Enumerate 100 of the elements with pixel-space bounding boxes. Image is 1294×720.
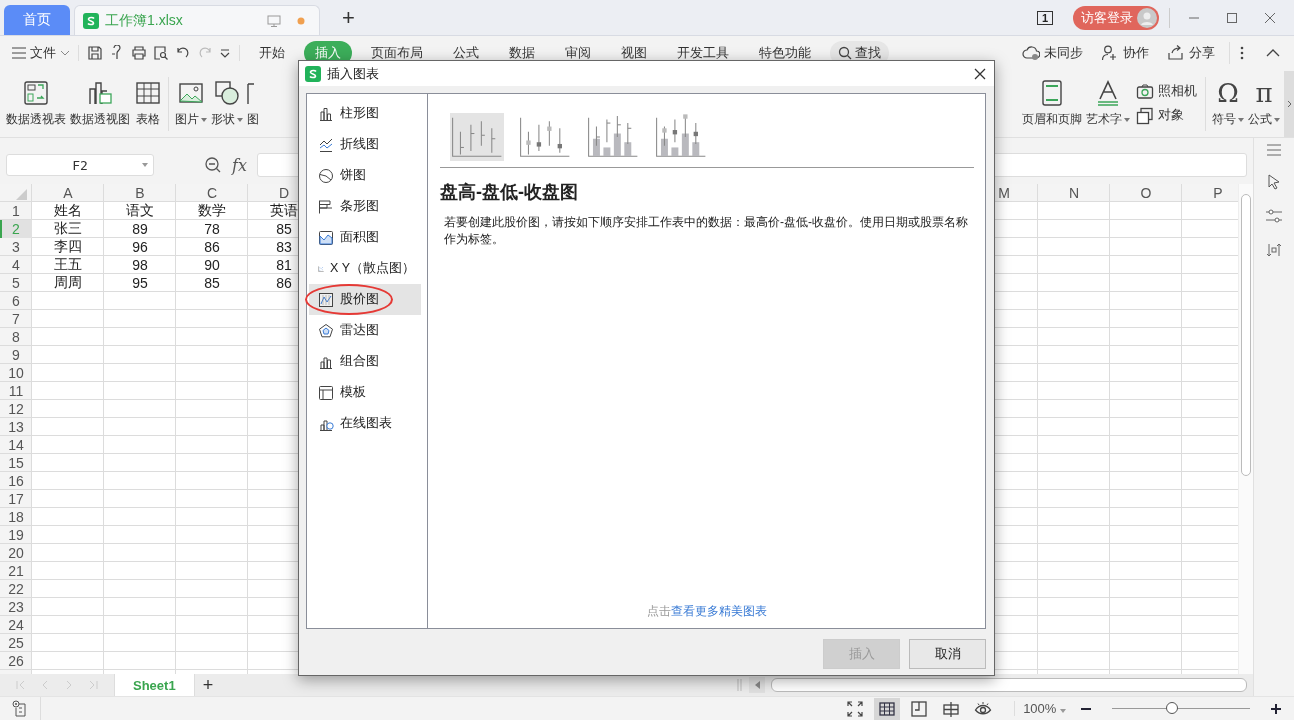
- column-header[interactable]: A: [32, 184, 104, 202]
- ribbon-button[interactable]: 照相机: [1132, 82, 1201, 101]
- ribbon-tab[interactable]: 视图: [610, 41, 658, 65]
- row-header[interactable]: 6: [0, 292, 32, 310]
- row-header[interactable]: 19: [0, 526, 32, 544]
- column-header[interactable]: B: [104, 184, 176, 202]
- ribbon-tab[interactable]: 开发工具: [666, 41, 740, 65]
- row-header[interactable]: 15: [0, 454, 32, 472]
- name-box[interactable]: F2: [6, 154, 154, 176]
- chart-type-item[interactable]: 折线图: [309, 129, 421, 160]
- toolbar-button[interactable]: 分享: [1163, 42, 1219, 64]
- column-header[interactable]: O: [1110, 184, 1182, 202]
- dropdown-icon[interactable]: [219, 47, 231, 59]
- ribbon-button[interactable]: 艺术字: [1084, 79, 1132, 128]
- ribbon-button[interactable]: 形状: [209, 79, 245, 128]
- unsaved-dot-icon: [297, 16, 305, 25]
- row-header[interactable]: 26: [0, 652, 32, 670]
- ribbon-tab[interactable]: 公式: [442, 41, 490, 65]
- row-header[interactable]: 18: [0, 508, 32, 526]
- row-header[interactable]: 1: [0, 202, 32, 220]
- chart-type-item[interactable]: 模板: [309, 377, 421, 408]
- chart-type-item[interactable]: 条形图: [309, 191, 421, 222]
- ribbon-tab[interactable]: 特色功能: [748, 41, 822, 65]
- ribbon-button[interactable]: 图片: [173, 79, 209, 128]
- function-button[interactable]: fx: [232, 155, 247, 175]
- chart-type-item[interactable]: 柱形图: [309, 98, 421, 129]
- ribbon-button[interactable]: π 公式: [1246, 79, 1282, 128]
- collapse-icon[interactable]: [1266, 49, 1280, 57]
- scrollbar-thumb[interactable]: [1241, 194, 1251, 476]
- ribbon-button[interactable]: 数据透视表: [4, 79, 68, 128]
- macro-icon[interactable]: [11, 699, 29, 718]
- row-header[interactable]: 7: [0, 310, 32, 328]
- chart-type-item[interactable]: 饼图: [309, 160, 421, 191]
- window-count[interactable]: 1: [1036, 10, 1053, 25]
- row-header[interactable]: 25: [0, 634, 32, 652]
- row-header[interactable]: 14: [0, 436, 32, 454]
- line-chart-icon: [318, 136, 334, 153]
- file-menu[interactable]: 文件: [8, 42, 74, 64]
- caret-icon: [142, 163, 148, 167]
- view-button[interactable]: [874, 697, 901, 720]
- column-header[interactable]: N: [1038, 184, 1110, 202]
- row-header[interactable]: 4: [0, 256, 32, 274]
- row-header[interactable]: 10: [0, 364, 32, 382]
- row-header[interactable]: 22: [0, 580, 32, 598]
- cursor-icon[interactable]: [1266, 174, 1282, 190]
- row-header[interactable]: 12: [0, 400, 32, 418]
- chart-type-item[interactable]: 面积图: [309, 222, 421, 253]
- print-preview-icon[interactable]: [153, 45, 169, 61]
- more-charts-link[interactable]: 查看更多精美图表: [671, 603, 767, 620]
- ribbon-button[interactable]: 页眉和页脚: [1020, 79, 1084, 128]
- column-header[interactable]: P: [1182, 184, 1238, 202]
- drag-handle-icon[interactable]: [737, 679, 743, 691]
- ribbon-button[interactable]: 数据透视图: [68, 79, 132, 128]
- row-header[interactable]: 17: [0, 490, 32, 508]
- chart-type-item[interactable]: 雷达图: [309, 315, 421, 346]
- zoom-dropdown[interactable]: 100%: [1014, 701, 1074, 716]
- zoom-slider-thumb[interactable]: [1165, 702, 1178, 714]
- row-header[interactable]: 8: [0, 328, 32, 346]
- add-sheet-button[interactable]: +: [194, 674, 222, 696]
- ribbon-button[interactable]: Ω 符号: [1210, 79, 1246, 128]
- sliders-icon[interactable]: [1265, 208, 1283, 224]
- column-header[interactable]: C: [176, 184, 248, 202]
- ribbon-button[interactable]: 对象: [1132, 106, 1201, 125]
- chart-type-item[interactable]: 在线图表: [309, 408, 421, 439]
- row-header[interactable]: 16: [0, 472, 32, 490]
- ribbon-button[interactable]: 图: [245, 79, 261, 128]
- zoom-in-icon[interactable]: [1270, 702, 1282, 715]
- swap-icon[interactable]: [1266, 242, 1282, 258]
- toolbar-button[interactable]: 未同步: [1018, 42, 1087, 64]
- row-header[interactable]: 24: [0, 616, 32, 634]
- table-cell: 英语: [270, 202, 298, 220]
- ribbon-button[interactable]: 表格: [132, 79, 164, 128]
- scroll-left-button[interactable]: [749, 677, 765, 693]
- row-header[interactable]: 21: [0, 562, 32, 580]
- panel-toggle-icon[interactable]: [1266, 144, 1282, 156]
- stock-chart-thumbnail[interactable]: [450, 113, 504, 161]
- row-header[interactable]: 3: [0, 238, 32, 256]
- ribbon-tab[interactable]: 开始: [248, 41, 296, 65]
- row-header[interactable]: 20: [0, 544, 32, 562]
- monitor-icon[interactable]: [267, 13, 281, 28]
- chart-type-item[interactable]: 组合图: [309, 346, 421, 377]
- cancel-button[interactable]: 取消: [909, 639, 986, 669]
- row-header[interactable]: 11: [0, 382, 32, 400]
- scrollbar-thumb[interactable]: [771, 678, 1247, 692]
- print-icon[interactable]: [131, 45, 147, 61]
- zoom-out-icon[interactable]: [204, 156, 222, 174]
- more-icon[interactable]: [1240, 46, 1244, 60]
- ribbon-tab[interactable]: 数据: [498, 41, 546, 65]
- split-view-icon: [942, 699, 961, 718]
- app-logo-icon: [305, 65, 321, 82]
- row-header[interactable]: 5: [0, 274, 32, 292]
- ribbon-tab[interactable]: 页面布局: [360, 41, 434, 65]
- toolbar-button[interactable]: 协作: [1097, 42, 1153, 64]
- row-header[interactable]: 23: [0, 598, 32, 616]
- new-tab-button[interactable]: +: [338, 5, 359, 31]
- row-header[interactable]: 9: [0, 346, 32, 364]
- row-header[interactable]: 13: [0, 418, 32, 436]
- save-icon[interactable]: [87, 45, 103, 61]
- chart-type-item[interactable]: X Y（散点图）: [309, 253, 421, 284]
- ribbon-tab[interactable]: 审阅: [554, 41, 602, 65]
